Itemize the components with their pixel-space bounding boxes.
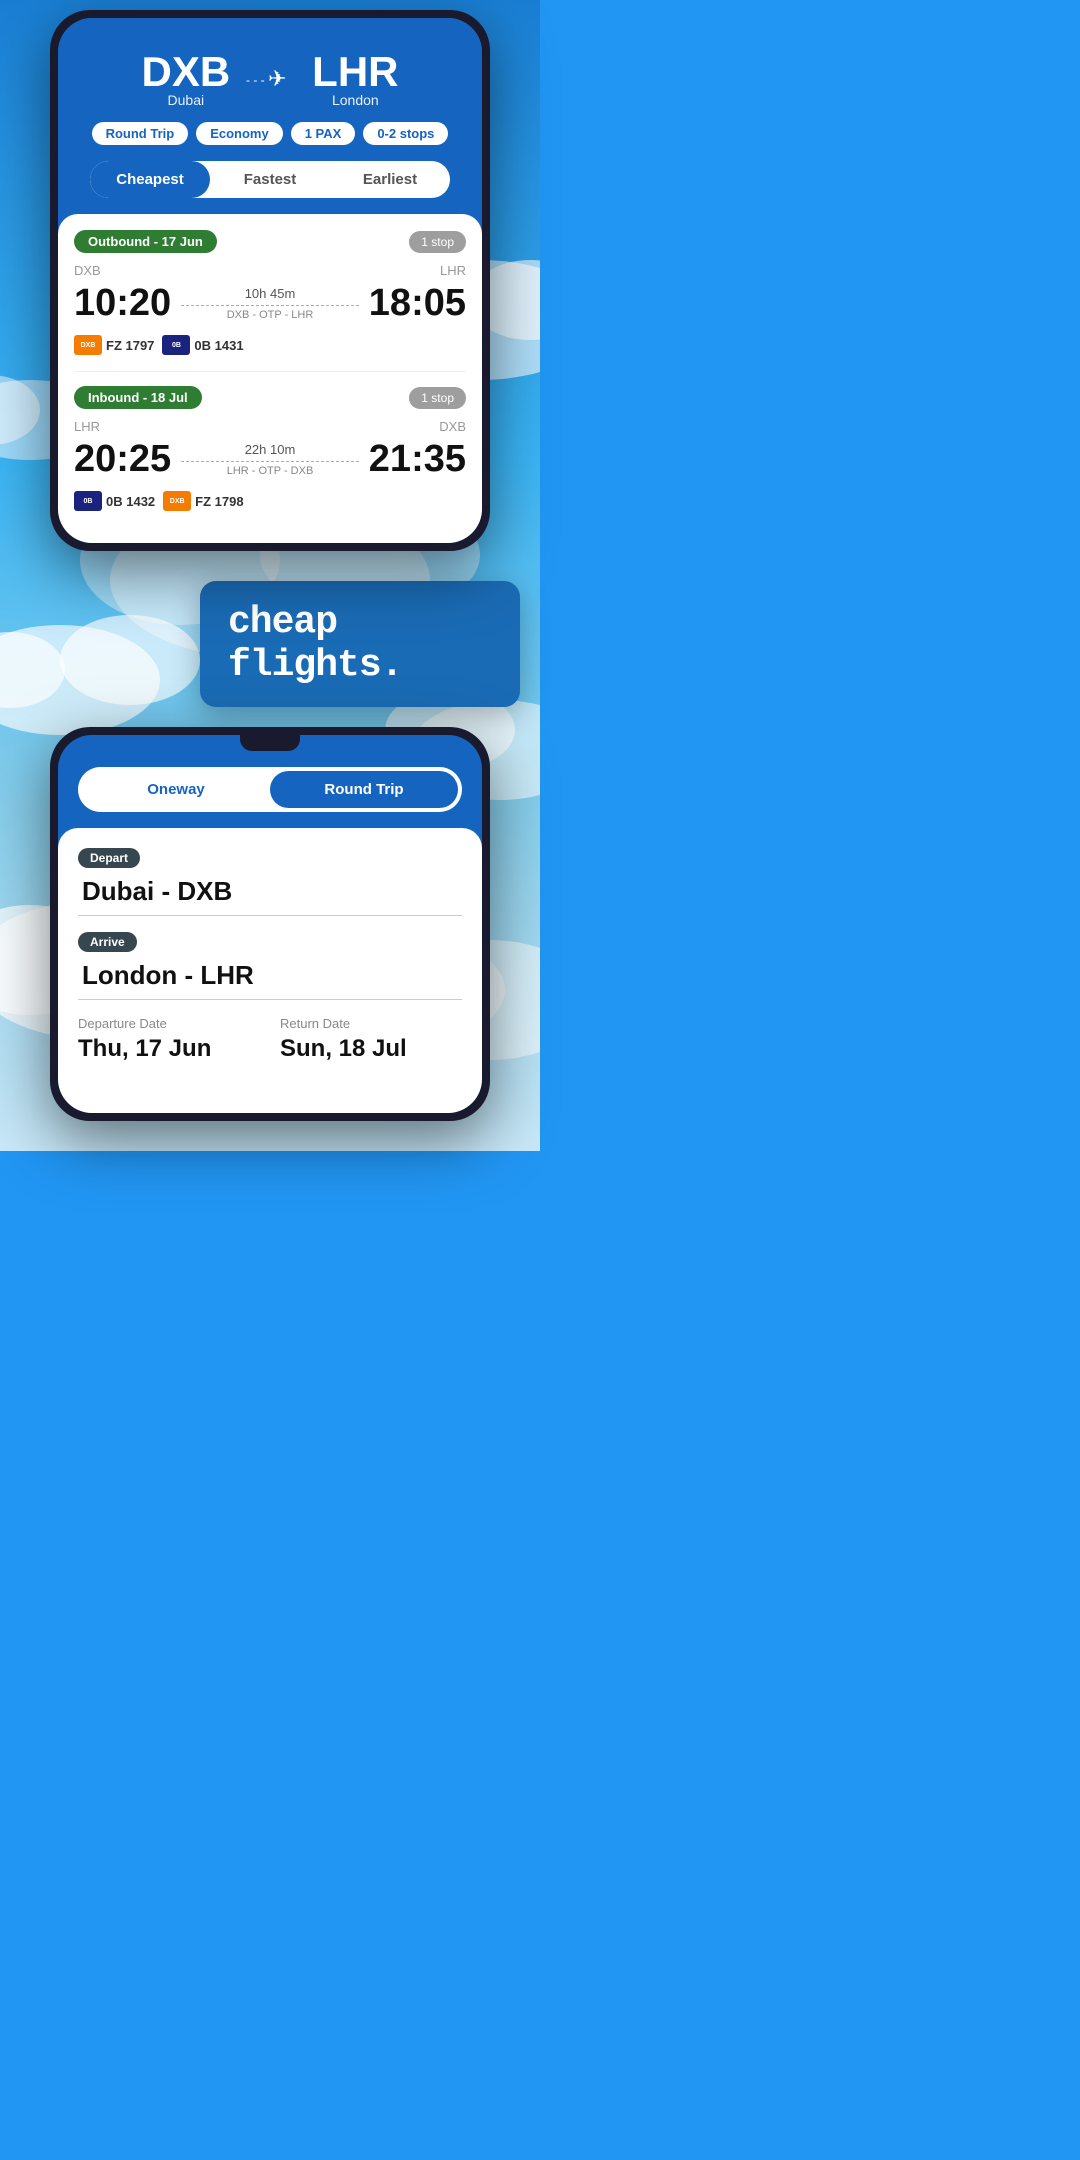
svg-text:- - -: - - - <box>246 73 265 87</box>
outbound-from: DXB <box>74 263 101 278</box>
outbound-depart: 10:20 <box>74 282 171 325</box>
outbound-stops: 1 stop <box>409 231 466 253</box>
return-date-value[interactable]: Sun, 18 Jul <box>280 1035 462 1063</box>
inbound-from: LHR <box>74 419 100 434</box>
outbound-to: LHR <box>440 263 466 278</box>
outbound-airline-1: DXB FZ 1797 <box>74 335 154 355</box>
tag-economy[interactable]: Economy <box>196 122 283 145</box>
inbound-header: Inbound - 18 Jul 1 stop <box>74 386 466 409</box>
middle-section: cheap flights. <box>0 551 540 727</box>
tag-pax[interactable]: 1 PAX <box>291 122 356 145</box>
departure-date-label: Departure Date <box>78 1016 260 1031</box>
inbound-label: Inbound - 18 Jul <box>74 386 202 409</box>
departure-date-value[interactable]: Thu, 17 Jun <box>78 1035 260 1063</box>
departure-date-field: Departure Date Thu, 17 Jun <box>78 1016 260 1063</box>
arrive-value[interactable]: London - LHR <box>78 960 462 1000</box>
tab-earliest[interactable]: Earliest <box>330 161 450 198</box>
inbound-arrive: 21:35 <box>369 438 466 481</box>
flights-container: Outbound - 17 Jun 1 stop DXB LHR 10:20 1… <box>58 214 482 543</box>
depart-field-group: Depart Dubai - DXB <box>78 848 462 916</box>
inbound-depart: 20:25 <box>74 438 171 481</box>
outbound-route-middle: 10h 45m DXB - OTP - LHR <box>171 286 369 321</box>
airline-logo-fz2: DXB <box>163 491 191 511</box>
airline-logo-0b1: 0B <box>162 335 190 355</box>
trip-roundtrip[interactable]: Round Trip <box>270 771 458 808</box>
tag-round-trip[interactable]: Round Trip <box>92 122 189 145</box>
tag-stops[interactable]: 0-2 stops <box>363 122 448 145</box>
phone-frame-1: DXB Dubai - - - ✈ LHR London <box>50 10 490 551</box>
outbound-route: DXB - OTP - LHR <box>181 309 359 321</box>
plane-icon: - - - ✈ <box>246 64 296 92</box>
return-date-label: Return Date <box>280 1016 462 1031</box>
dest-code: LHR <box>312 48 398 96</box>
airline-logo-0b2: 0B <box>74 491 102 511</box>
airline-logo-fz1: DXB <box>74 335 102 355</box>
arrive-field-group: Arrive London - LHR <box>78 932 462 1000</box>
origin-code: DXB <box>141 48 230 96</box>
inbound-airports: LHR DXB <box>74 419 466 434</box>
phone-frame-2: Oneway Round Trip Depart Dubai - DXB Arr… <box>50 727 490 1121</box>
tab-fastest[interactable]: Fastest <box>210 161 330 198</box>
headline-box: cheap flights. <box>200 581 520 707</box>
headline-text: cheap flights. <box>228 601 492 687</box>
divider <box>74 371 466 372</box>
dates-row: Departure Date Thu, 17 Jun Return Date S… <box>78 1016 462 1063</box>
outbound-airline-2: 0B 0B 1431 <box>162 335 243 355</box>
tab-cheapest[interactable]: Cheapest <box>90 161 210 198</box>
depart-label: Depart <box>78 848 140 868</box>
trip-oneway[interactable]: Oneway <box>82 771 270 808</box>
flight-route: DXB Dubai - - - ✈ LHR London <box>78 38 462 114</box>
return-date-field: Return Date Sun, 18 Jul <box>280 1016 462 1063</box>
inbound-to: DXB <box>439 419 466 434</box>
inbound-stops: 1 stop <box>409 387 466 409</box>
inbound-airlines: 0B 0B 1432 DXB FZ 1798 <box>74 491 466 511</box>
inbound-duration: 22h 10m <box>181 442 359 457</box>
outbound-label: Outbound - 17 Jun <box>74 230 217 253</box>
flight-tags: Round Trip Economy 1 PAX 0-2 stops <box>78 114 462 161</box>
inbound-flight-1: 0B 1432 <box>106 494 155 509</box>
phone-notch <box>240 735 300 751</box>
phone-screen-1: DXB Dubai - - - ✈ LHR London <box>58 18 482 543</box>
depart-value[interactable]: Dubai - DXB <box>78 876 462 916</box>
inbound-airline-2: DXB FZ 1798 <box>163 491 243 511</box>
phone-screen-2: Oneway Round Trip Depart Dubai - DXB Arr… <box>58 735 482 1113</box>
inbound-flight-2: FZ 1798 <box>195 494 243 509</box>
inbound-route: LHR - OTP - DXB <box>181 465 359 477</box>
filter-tabs: Cheapest Fastest Earliest <box>90 161 450 198</box>
outbound-header: Outbound - 17 Jun 1 stop <box>74 230 466 253</box>
outbound-arrive: 18:05 <box>369 282 466 325</box>
outbound-times: 10:20 10h 45m DXB - OTP - LHR 18:05 <box>74 282 466 325</box>
outbound-duration: 10h 45m <box>181 286 359 301</box>
phone-header: DXB Dubai - - - ✈ LHR London <box>58 18 482 198</box>
svg-text:✈: ✈ <box>268 66 286 91</box>
arrive-label: Arrive <box>78 932 137 952</box>
inbound-airline-1: 0B 0B 1432 <box>74 491 155 511</box>
outbound-flight-1: FZ 1797 <box>106 338 154 353</box>
inbound-times: 20:25 22h 10m LHR - OTP - DXB 21:35 <box>74 438 466 481</box>
inbound-route-middle: 22h 10m LHR - OTP - DXB <box>171 442 369 477</box>
search-form: Depart Dubai - DXB Arrive London - LHR D… <box>58 828 482 1113</box>
outbound-airlines: DXB FZ 1797 0B 0B 1431 <box>74 335 466 355</box>
outbound-airports: DXB LHR <box>74 263 466 278</box>
outbound-flight-2: 0B 1431 <box>194 338 243 353</box>
trip-toggle: Oneway Round Trip <box>78 767 462 812</box>
